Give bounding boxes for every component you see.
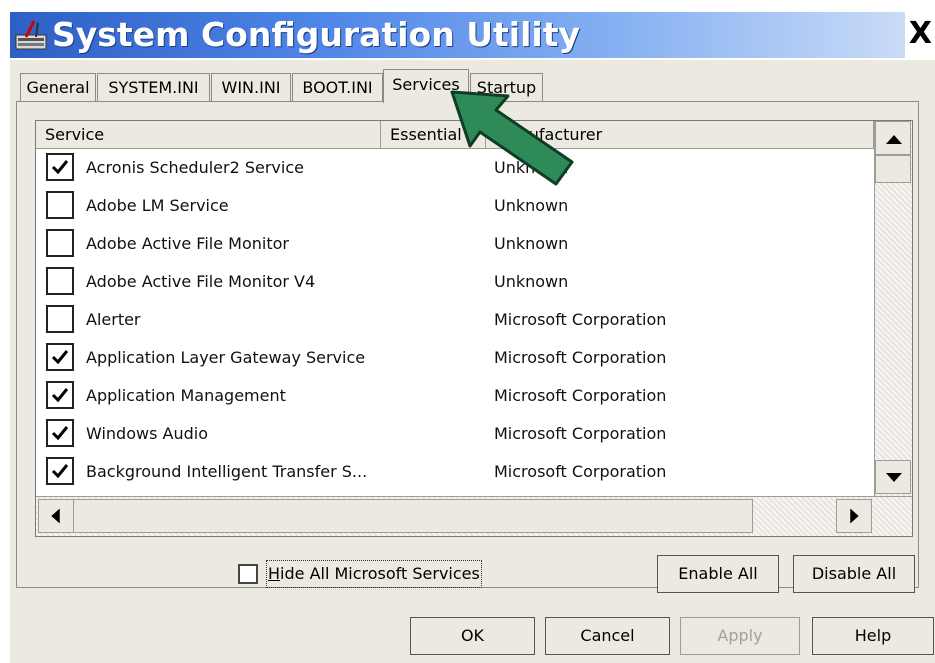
service-name: Windows Audio bbox=[86, 424, 208, 443]
arrow-right-icon bbox=[850, 508, 859, 524]
scroll-down-button[interactable] bbox=[875, 460, 911, 494]
table-row[interactable]: Application Layer Gateway Service Micros… bbox=[36, 339, 874, 377]
arrow-down-icon bbox=[886, 473, 902, 482]
ok-button[interactable]: OK bbox=[410, 617, 535, 655]
tab-startup[interactable]: Startup bbox=[470, 73, 543, 101]
table-row[interactable]: Adobe LM Service Unknown bbox=[36, 187, 874, 225]
enable-all-label: Enable All bbox=[678, 564, 758, 583]
tab-system-ini[interactable]: SYSTEM.INI bbox=[97, 73, 210, 101]
hide-label-text: ide All Microsoft Services bbox=[280, 564, 480, 583]
disable-all-label: Disable All bbox=[811, 564, 897, 583]
service-checkbox[interactable] bbox=[46, 267, 74, 295]
service-manufacturer: Microsoft Corporation bbox=[494, 348, 667, 367]
tab-boot-ini[interactable]: BOOT.INI bbox=[292, 73, 383, 101]
window-title: System Configuration Utility bbox=[52, 15, 580, 54]
tab-services[interactable]: Services bbox=[383, 69, 469, 103]
table-row[interactable]: Adobe Active File Monitor V4 Unknown bbox=[36, 263, 874, 301]
title-bar[interactable]: System Configuration Utility bbox=[10, 12, 905, 58]
service-manufacturer: Unknown bbox=[494, 158, 569, 177]
service-name: Application Management bbox=[86, 386, 286, 405]
table-row[interactable]: Acronis Scheduler2 Service Unknown bbox=[36, 149, 874, 187]
apply-button[interactable]: Apply bbox=[680, 617, 800, 655]
table-row[interactable]: Adobe Active File Monitor Unknown bbox=[36, 225, 874, 263]
table-row[interactable]: Background Intelligent Transfer S... Mic… bbox=[36, 453, 874, 491]
service-manufacturer: Microsoft Corporation bbox=[494, 424, 667, 443]
arrow-up-icon bbox=[886, 135, 902, 144]
disable-all-button[interactable]: Disable All bbox=[793, 555, 915, 593]
service-manufacturer: Unknown bbox=[494, 272, 569, 291]
msconfig-app-icon bbox=[15, 20, 47, 50]
enable-all-button[interactable]: Enable All bbox=[657, 555, 779, 593]
horizontal-scrollbar[interactable] bbox=[36, 496, 912, 536]
table-row[interactable]: Application Management Microsoft Corpora… bbox=[36, 377, 874, 415]
hide-microsoft-services-label[interactable]: Hide All Microsoft Services bbox=[266, 560, 482, 588]
service-name: Alerter bbox=[86, 310, 141, 329]
service-checkbox[interactable] bbox=[46, 229, 74, 257]
service-checkbox[interactable] bbox=[46, 457, 74, 485]
service-name: Adobe Active File Monitor bbox=[86, 234, 289, 253]
tab-general[interactable]: General bbox=[20, 73, 96, 101]
service-name: Adobe Active File Monitor V4 bbox=[86, 272, 316, 291]
hide-microsoft-services-checkbox[interactable] bbox=[238, 564, 258, 584]
service-manufacturer: Microsoft Corporation bbox=[494, 462, 667, 481]
service-checkbox[interactable] bbox=[46, 153, 74, 181]
checkmark-icon bbox=[51, 350, 69, 365]
arrow-left-icon bbox=[51, 508, 60, 524]
apply-label: Apply bbox=[717, 626, 763, 645]
service-name: Background Intelligent Transfer S... bbox=[86, 462, 368, 481]
services-list[interactable]: Service Essential Manufacturer Acronis S… bbox=[35, 120, 913, 537]
table-row[interactable]: Windows Audio Microsoft Corporation bbox=[36, 415, 874, 453]
system-configuration-window: System Configuration Utility X General S… bbox=[0, 0, 935, 663]
column-header-essential[interactable]: Essential bbox=[381, 121, 486, 149]
vertical-scrollbar[interactable] bbox=[874, 121, 912, 496]
tab-win-ini[interactable]: WIN.INI bbox=[211, 73, 291, 101]
checkmark-icon bbox=[51, 426, 69, 441]
service-manufacturer: Unknown bbox=[494, 234, 569, 253]
scroll-up-button[interactable] bbox=[875, 121, 911, 155]
hide-label-mnemonic: H bbox=[268, 564, 281, 583]
scroll-right-button[interactable] bbox=[836, 499, 872, 533]
column-header-manufacturer[interactable]: Manufacturer bbox=[486, 121, 874, 149]
service-name: Application Layer Gateway Service bbox=[86, 348, 366, 367]
service-name: Adobe LM Service bbox=[86, 196, 229, 215]
help-button[interactable]: Help bbox=[812, 617, 934, 655]
service-checkbox[interactable] bbox=[46, 305, 74, 333]
horizontal-scroll-thumb[interactable] bbox=[73, 499, 753, 533]
service-manufacturer: Unknown bbox=[494, 196, 569, 215]
checkmark-icon bbox=[51, 464, 69, 479]
service-checkbox[interactable] bbox=[46, 191, 74, 219]
scroll-left-button[interactable] bbox=[38, 499, 74, 533]
checkmark-icon bbox=[51, 160, 69, 175]
vertical-scroll-thumb[interactable] bbox=[875, 155, 911, 183]
service-name: Acronis Scheduler2 Service bbox=[86, 158, 304, 177]
column-header-service[interactable]: Service bbox=[36, 121, 381, 149]
cancel-button[interactable]: Cancel bbox=[545, 617, 670, 655]
service-manufacturer: Microsoft Corporation bbox=[494, 386, 667, 405]
service-checkbox[interactable] bbox=[46, 381, 74, 409]
service-checkbox[interactable] bbox=[46, 419, 74, 447]
checkmark-icon bbox=[51, 388, 69, 403]
close-icon[interactable]: X bbox=[906, 12, 935, 58]
service-manufacturer: Microsoft Corporation bbox=[494, 310, 667, 329]
service-checkbox[interactable] bbox=[46, 343, 74, 371]
table-row[interactable]: Alerter Microsoft Corporation bbox=[36, 301, 874, 339]
